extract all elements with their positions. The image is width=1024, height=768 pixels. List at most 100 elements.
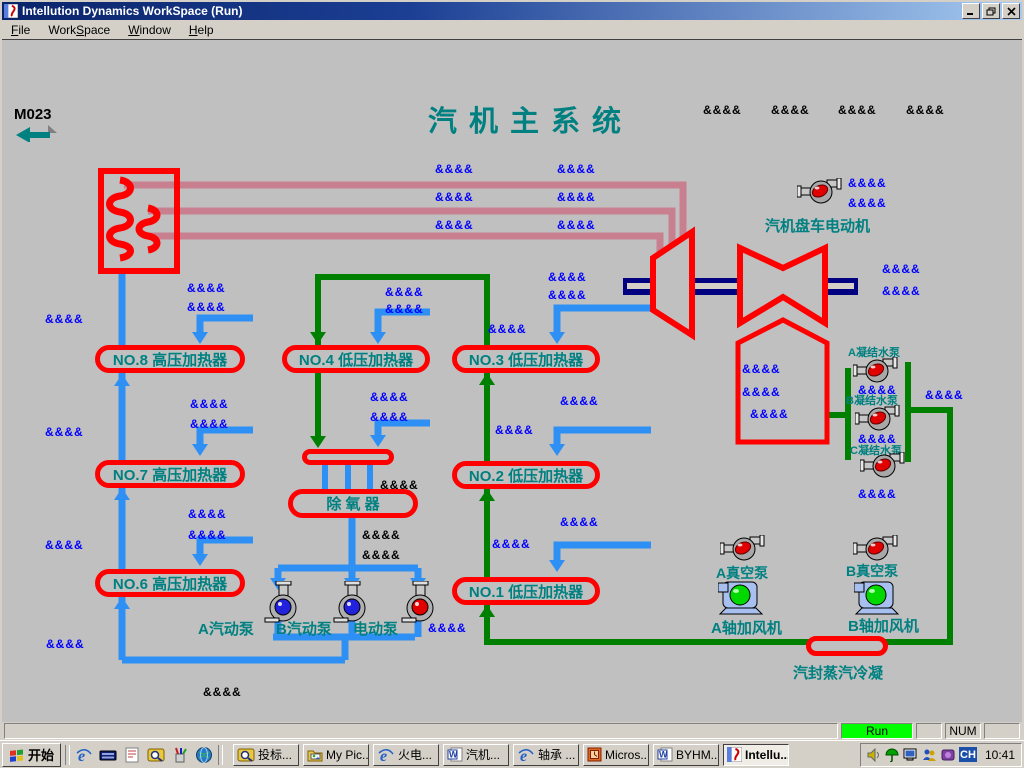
- value-tag: &&&&: [370, 390, 409, 404]
- value-tag: &&&&: [188, 528, 227, 542]
- task-button[interactable]: e轴承 ...: [513, 744, 579, 766]
- heater-no6-box[interactable]: NO.6 高压加热器: [95, 569, 245, 597]
- vacuum-pump-a-icon[interactable]: [720, 535, 765, 561]
- condensate-pump-c-icon[interactable]: [860, 452, 905, 478]
- value-tag: &&&&: [560, 515, 599, 529]
- condenser: [738, 320, 827, 442]
- condensate-pump-b-icon[interactable]: [855, 405, 900, 431]
- hasp-icon[interactable]: [941, 748, 955, 762]
- shaft-fan-b-icon[interactable]: [854, 581, 900, 615]
- ie-icon: e: [517, 746, 535, 764]
- statusbar-panel: [984, 723, 1020, 739]
- deaerator-head-tank-box[interactable]: [302, 449, 394, 465]
- value-tag: &&&&: [557, 162, 596, 176]
- heater-no7-box[interactable]: NO.7 高压加热器: [95, 460, 245, 488]
- turning-gear-motor-icon[interactable]: [797, 178, 842, 204]
- windows-flag-icon: [9, 747, 25, 762]
- heater-no3-box[interactable]: NO.3 低压加热器: [452, 345, 600, 373]
- value-tag: &&&&: [548, 270, 587, 284]
- value-tag: &&&&: [560, 394, 599, 408]
- value-tag: &&&&: [557, 190, 596, 204]
- heater-no1-box[interactable]: NO.1 低压加热器: [452, 577, 600, 605]
- value-tag: &&&&: [188, 507, 227, 521]
- task-button-area: 投标...My Pic...e火电...W汽机...e轴承 ...Micros.…: [233, 744, 860, 766]
- volume-icon[interactable]: [867, 748, 881, 762]
- word-icon: W: [657, 747, 673, 762]
- value-tag: &&&&: [45, 425, 84, 439]
- task-button[interactable]: W 汽机...: [443, 744, 509, 766]
- value-tag: &&&&: [435, 190, 474, 204]
- input-method-indicator[interactable]: CH: [959, 747, 977, 762]
- users-icon[interactable]: [922, 748, 937, 762]
- menu-workspace[interactable]: WorkSpace: [39, 21, 119, 39]
- value-tag: &&&&: [428, 621, 467, 635]
- task-button[interactable]: Intellu...: [723, 744, 789, 766]
- value-tag: &&&&: [190, 417, 229, 431]
- vacuum-pump-a-label: A真空泵: [716, 563, 768, 583]
- task-button[interactable]: W BYHM...: [653, 744, 719, 766]
- task-button[interactable]: Micros...: [583, 744, 649, 766]
- start-label: 开始: [28, 745, 54, 764]
- heater-no2-box[interactable]: NO.2 低压加热器: [452, 461, 600, 489]
- value-tag: &&&&: [370, 410, 409, 424]
- task-label: 轴承 ...: [538, 746, 575, 763]
- menu-help[interactable]: Help: [180, 21, 223, 39]
- menu-window[interactable]: Window: [119, 21, 180, 39]
- steam-feed-pump-a-icon[interactable]: [263, 581, 303, 623]
- value-tag: &&&&: [488, 322, 527, 336]
- value-tag: &&&&: [190, 397, 229, 411]
- network-computer-icon[interactable]: [903, 748, 918, 762]
- taskbar-separator: [218, 745, 223, 765]
- value-tag: &&&&: [557, 218, 596, 232]
- condensate-pump-a-icon[interactable]: [853, 357, 898, 383]
- value-tag: &&&&: [435, 162, 474, 176]
- taskbar-separator: [65, 745, 70, 765]
- close-button[interactable]: [1002, 3, 1020, 19]
- viewer-quicklaunch-icon[interactable]: [146, 745, 166, 765]
- task-button[interactable]: e火电...: [373, 744, 439, 766]
- paint-quicklaunch-icon[interactable]: [170, 745, 190, 765]
- boiler-box[interactable]: [98, 168, 180, 274]
- value-tag: &&&&: [882, 284, 921, 298]
- value-tag: &&&&: [925, 388, 964, 402]
- heater-no4-box[interactable]: NO.4 低压加热器: [282, 345, 430, 373]
- doc-quicklaunch-icon[interactable]: [122, 745, 142, 765]
- statusbar-panel: [916, 723, 942, 739]
- deaerator-box[interactable]: 除 氧 器: [288, 489, 418, 518]
- menu-file[interactable]: File: [2, 21, 39, 39]
- electric-feed-pump-icon[interactable]: [400, 581, 440, 623]
- value-tag: &&&&: [187, 281, 226, 295]
- globe-quicklaunch-icon[interactable]: [194, 745, 214, 765]
- window-title: Intellution Dynamics WorkSpace (Run): [22, 4, 960, 18]
- clock[interactable]: 10:41: [985, 748, 1015, 762]
- task-button[interactable]: My Pic...: [303, 744, 369, 766]
- value-tag: &&&&: [882, 262, 921, 276]
- deaerator-drop-pipes: [325, 463, 370, 489]
- value-tag: &&&&: [380, 478, 419, 492]
- keyboard-quicklaunch-icon[interactable]: [98, 745, 118, 765]
- title-bar[interactable]: Intellution Dynamics WorkSpace (Run): [2, 2, 1022, 20]
- ie-quicklaunch-icon[interactable]: e: [74, 745, 94, 765]
- vacuum-pump-b-icon[interactable]: [853, 535, 898, 561]
- shaft-fan-a-icon[interactable]: [718, 581, 764, 615]
- turning-gear-motor-label: 汽机盘车电动机: [765, 215, 870, 236]
- app-icon: [4, 4, 18, 18]
- value-tag: &&&&: [906, 103, 945, 117]
- task-label: BYHM...: [676, 748, 719, 762]
- start-button[interactable]: 开始: [2, 743, 61, 767]
- value-tag: &&&&: [362, 548, 401, 562]
- steam-feed-pump-b-icon[interactable]: [332, 581, 372, 623]
- task-button[interactable]: 投标...: [233, 744, 299, 766]
- heater-no8-box[interactable]: NO.8 高压加热器: [95, 345, 245, 373]
- svg-text:W: W: [659, 750, 668, 760]
- value-tag: &&&&: [362, 528, 401, 542]
- quick-launch-bar: e: [74, 745, 214, 765]
- minimize-button[interactable]: [962, 3, 980, 19]
- app-orange-icon: [587, 747, 602, 762]
- task-label: 汽机...: [466, 746, 500, 763]
- restore-button[interactable]: [982, 3, 1000, 19]
- svg-text:W: W: [449, 750, 458, 760]
- back-arrow-icon[interactable]: [14, 124, 58, 147]
- gland-steam-condenser-box-box[interactable]: [806, 636, 888, 656]
- antivirus-umbrella-icon[interactable]: [885, 748, 899, 762]
